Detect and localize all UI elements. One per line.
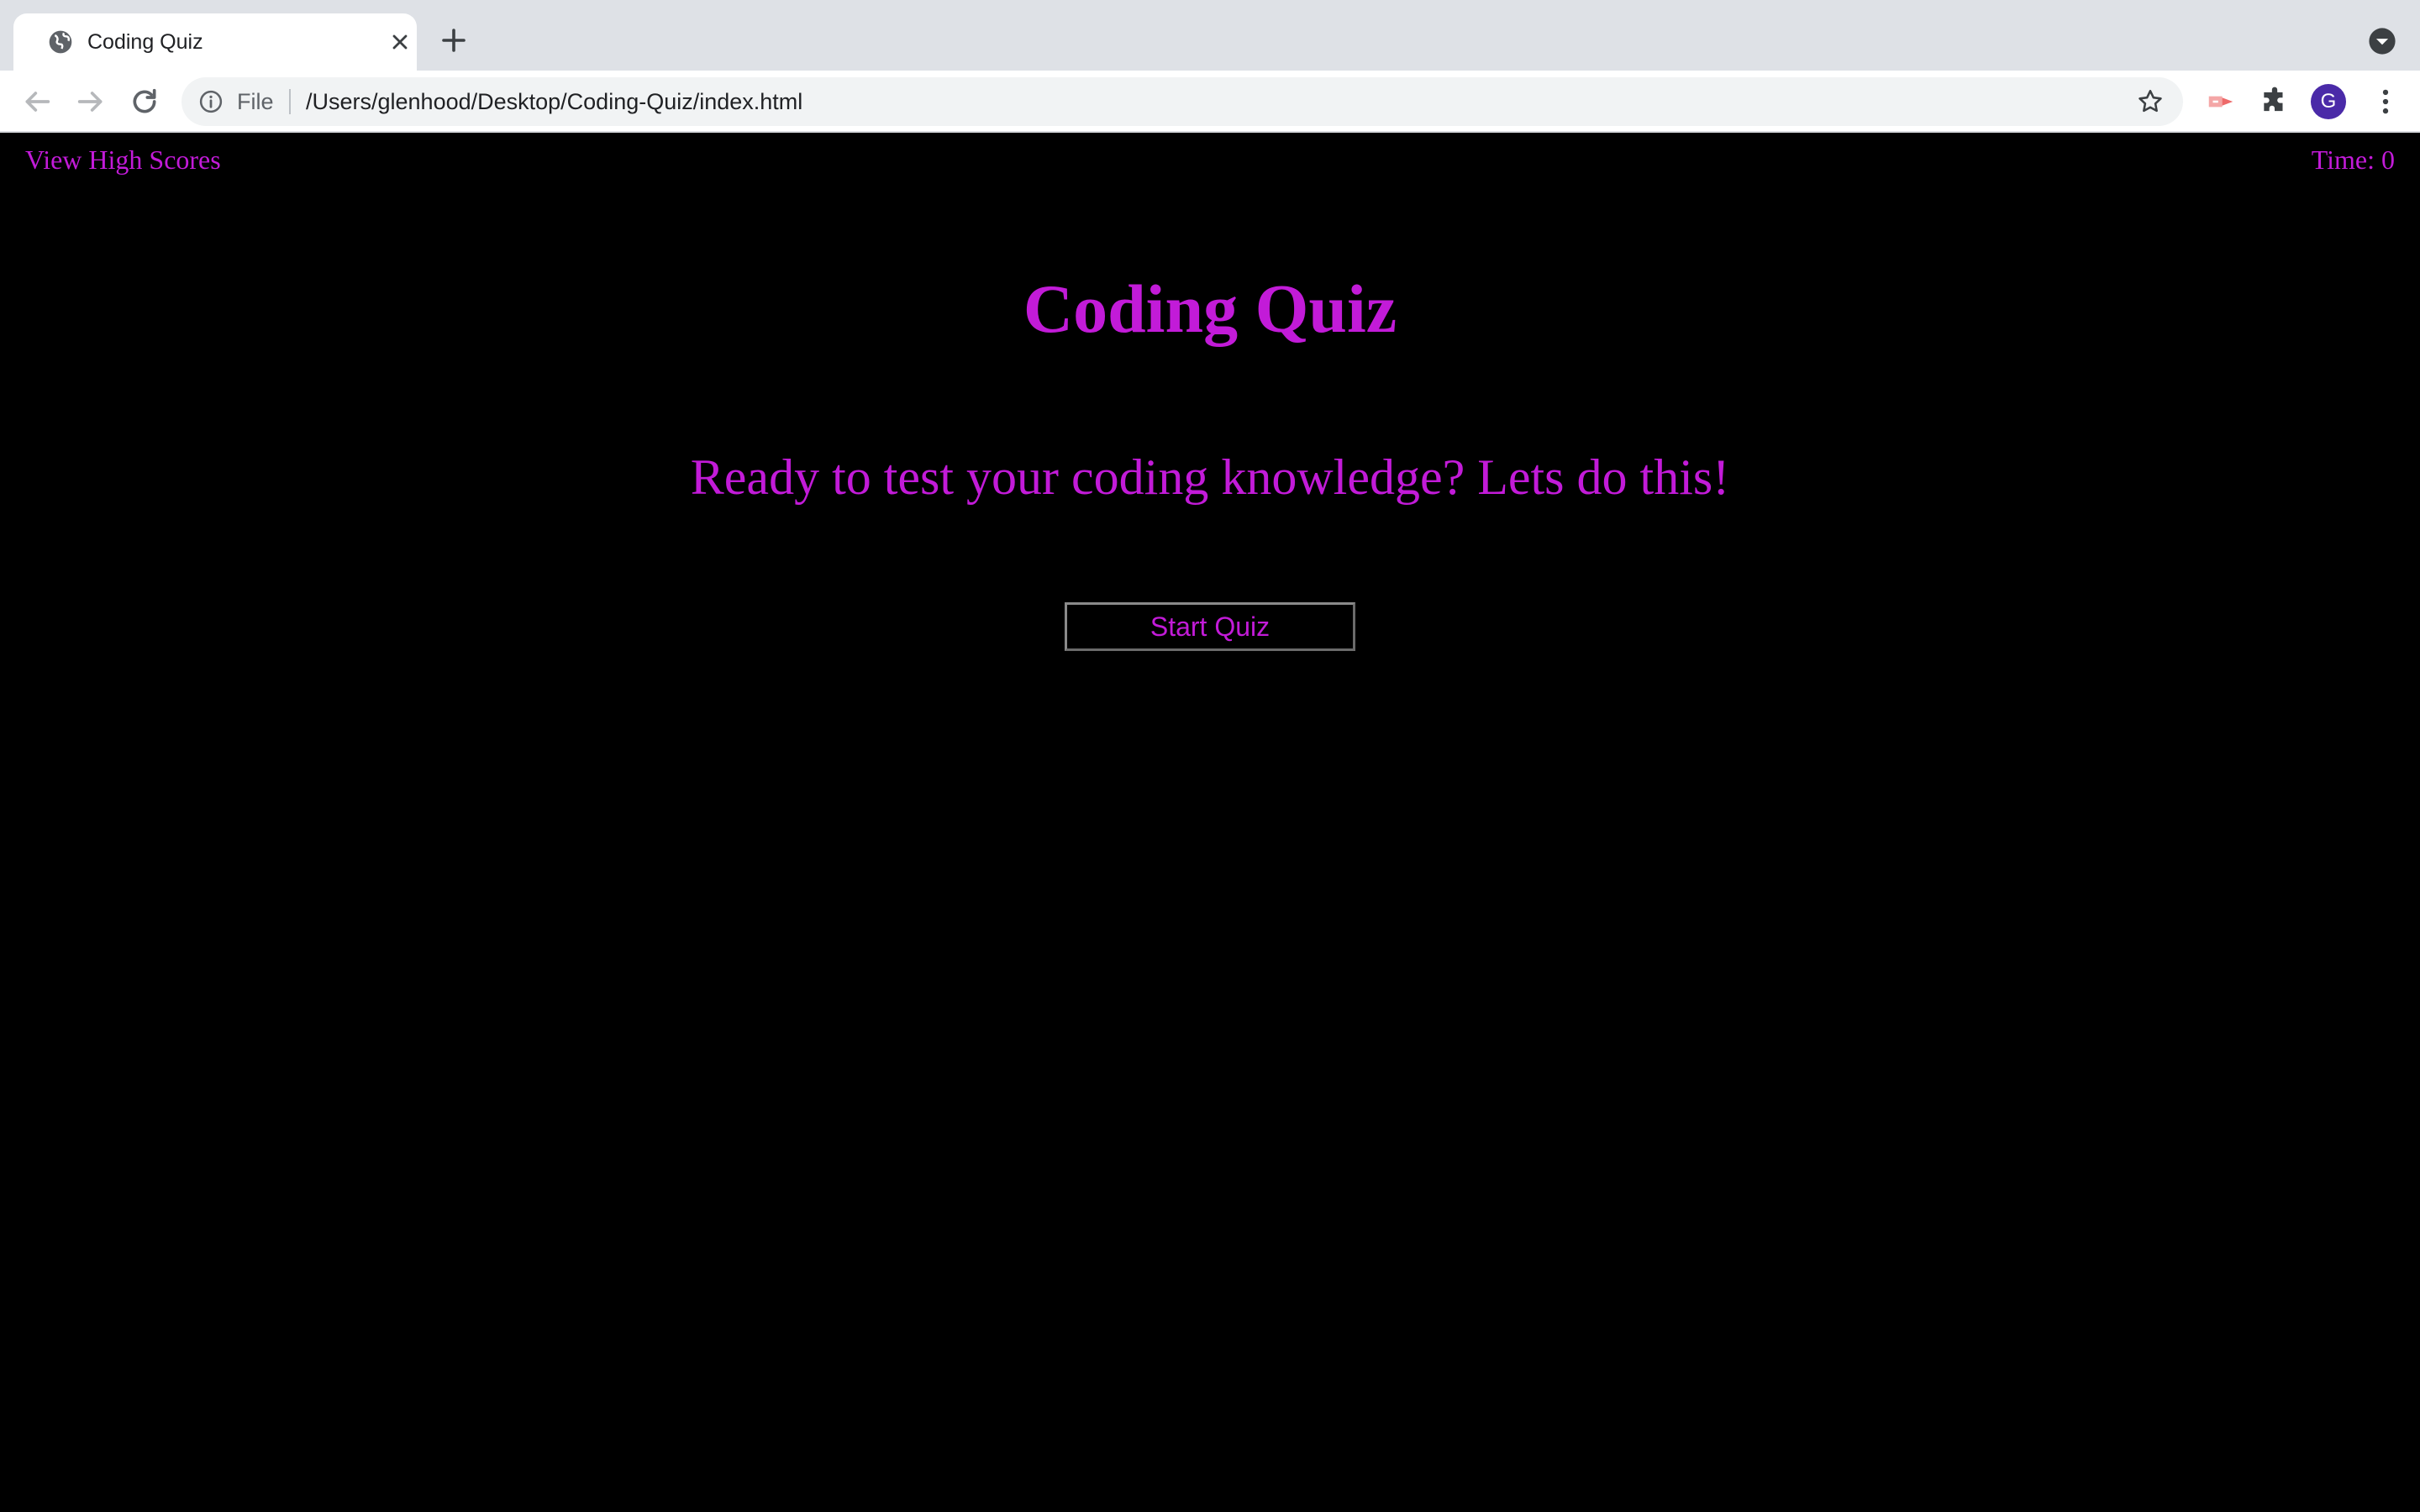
- intro-text: Ready to test your coding knowledge? Let…: [690, 449, 1730, 505]
- browser-toolbar: File /Users/glenhood/Desktop/Coding-Quiz…: [0, 71, 2420, 133]
- browser-tab[interactable]: Coding Quiz: [13, 13, 417, 71]
- extensions-puzzle-icon[interactable]: [2259, 86, 2291, 118]
- tab-search-icon[interactable]: [2368, 27, 2396, 55]
- scheme-label: File: [237, 89, 274, 114]
- start-quiz-button[interactable]: Start Quiz: [1065, 602, 1355, 651]
- quiz-page: View High Scores Time: 0 Coding Quiz Rea…: [0, 133, 2420, 1512]
- profile-avatar[interactable]: G: [2311, 84, 2346, 119]
- new-tab-icon[interactable]: [439, 25, 469, 55]
- bookmark-star-icon[interactable]: [2136, 87, 2165, 116]
- more-vert-icon[interactable]: [2370, 86, 2402, 118]
- screencast-extension-icon[interactable]: [2205, 86, 2237, 118]
- url-text[interactable]: /Users/glenhood/Desktop/Coding-Quiz/inde…: [306, 77, 802, 126]
- address-bar[interactable]: File /Users/glenhood/Desktop/Coding-Quiz…: [182, 77, 2183, 126]
- reload-icon[interactable]: [128, 85, 161, 118]
- info-icon[interactable]: [198, 89, 224, 114]
- back-arrow-icon[interactable]: [20, 85, 54, 118]
- timer-display: Time: 0: [2311, 144, 2395, 175]
- omnibox-divider: [289, 89, 291, 114]
- page-title: Coding Quiz: [1023, 270, 1397, 347]
- forward-arrow-icon[interactable]: [74, 85, 108, 118]
- tab-strip: Coding Quiz: [0, 0, 2420, 71]
- view-high-scores-link[interactable]: View High Scores: [25, 138, 221, 181]
- tab-title: Coding Quiz: [87, 30, 203, 54]
- close-icon[interactable]: [388, 30, 412, 54]
- globe-icon: [49, 30, 72, 54]
